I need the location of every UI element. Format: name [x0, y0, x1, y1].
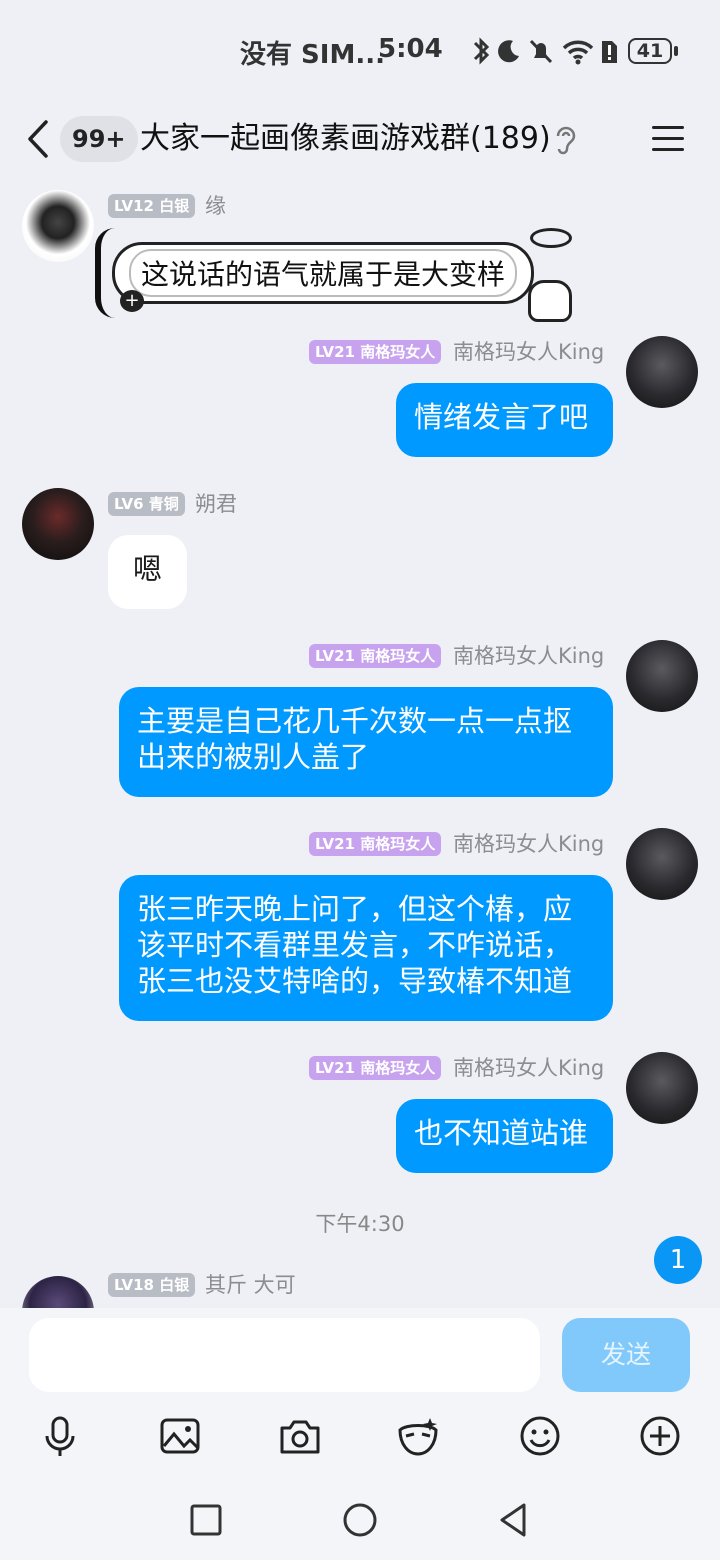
plus-more-icon[interactable] — [638, 1414, 682, 1458]
sender-name: 南格玛女人King — [453, 832, 605, 856]
send-button[interactable]: 发送 — [562, 1318, 690, 1392]
avatar[interactable] — [626, 828, 698, 900]
level-badge: LV21 南格玛女人 — [309, 644, 442, 668]
menu-icon[interactable] — [650, 122, 686, 156]
sim-alert-icon — [602, 41, 617, 63]
back-nav-icon[interactable] — [494, 1498, 534, 1542]
clock: 5:04 — [378, 34, 443, 64]
carrier-label: 没有 SIM... — [240, 40, 385, 70]
image-gallery-icon[interactable] — [158, 1414, 202, 1458]
sender-name: 南格玛女人King — [453, 1056, 605, 1080]
sender-name: 南格玛女人King — [453, 644, 605, 668]
plus-heart-icon: + — [120, 290, 144, 312]
avatar[interactable] — [626, 640, 698, 712]
emoji-icon[interactable] — [518, 1414, 562, 1458]
bluetooth-icon — [473, 37, 490, 65]
level-badge: LV21 南格玛女人 — [309, 832, 442, 856]
battery-indicator: 41 — [628, 38, 672, 64]
sender-name: 其斤 大可 — [205, 1273, 296, 1297]
level-badge: LV6 青铜 — [108, 492, 185, 516]
recent-apps-icon[interactable] — [186, 1498, 226, 1542]
level-badge: LV21 南格玛女人 — [309, 340, 442, 364]
microphone-icon[interactable] — [38, 1414, 82, 1458]
message-bubble[interactable]: 张三昨天晚上问了，但这个椿，应该平时不看群里发言，不咋说话，张三也没艾特啥的，导… — [119, 875, 613, 1021]
ear-listen-icon[interactable] — [552, 122, 578, 156]
back-arrow-icon[interactable] — [22, 118, 56, 160]
avatar[interactable] — [22, 190, 94, 262]
avatar[interactable] — [22, 488, 94, 560]
message-text: 这说话的语气就属于是大变样 — [129, 249, 518, 297]
sender-name: 朔君 — [195, 492, 237, 516]
message-bubble[interactable]: 也不知道站谁 — [396, 1099, 613, 1173]
camera-icon[interactable] — [278, 1414, 322, 1458]
sender-name: 南格玛女人King — [453, 340, 605, 364]
battery-tip — [674, 46, 678, 56]
home-icon[interactable] — [340, 1498, 380, 1542]
chat-header: 99+ 大家一起画像素画游戏群(189) — [0, 104, 720, 174]
do-not-disturb-moon-icon — [498, 40, 519, 63]
message-bubble[interactable]: 嗯 — [108, 535, 187, 609]
message-input[interactable] — [29, 1318, 540, 1392]
halo-decoration-icon — [530, 228, 572, 248]
bell-muted-icon — [529, 39, 553, 64]
timestamp: 下午4:30 — [315, 1212, 405, 1236]
level-badge: LV18 白银 — [108, 1273, 196, 1297]
status-bar: 没有 SIM... 5:04 41 — [0, 0, 720, 104]
unread-count-badge[interactable]: 99+ — [60, 116, 138, 162]
avatar[interactable] — [626, 336, 698, 408]
message-bubble[interactable]: 这说话的语气就属于是大变样 — [112, 242, 535, 304]
sender-name: 缘 — [205, 194, 226, 218]
message-bubble[interactable]: 主要是自己花几千次数一点一点抠出来的被别人盖了 — [119, 687, 613, 797]
bunny-decoration-icon — [528, 280, 572, 322]
level-badge: LV21 南格玛女人 — [309, 1056, 442, 1080]
level-badge: LV12 白银 — [108, 194, 196, 218]
group-title[interactable]: 大家一起画像素画游戏群(189) — [140, 116, 551, 162]
message-bubble[interactable]: 情绪发言了吧 — [396, 383, 613, 457]
new-message-badge[interactable]: 1 — [654, 1236, 702, 1284]
wifi-icon — [562, 40, 594, 65]
sticker-mask-icon[interactable] — [396, 1414, 440, 1458]
avatar[interactable] — [626, 1052, 698, 1124]
